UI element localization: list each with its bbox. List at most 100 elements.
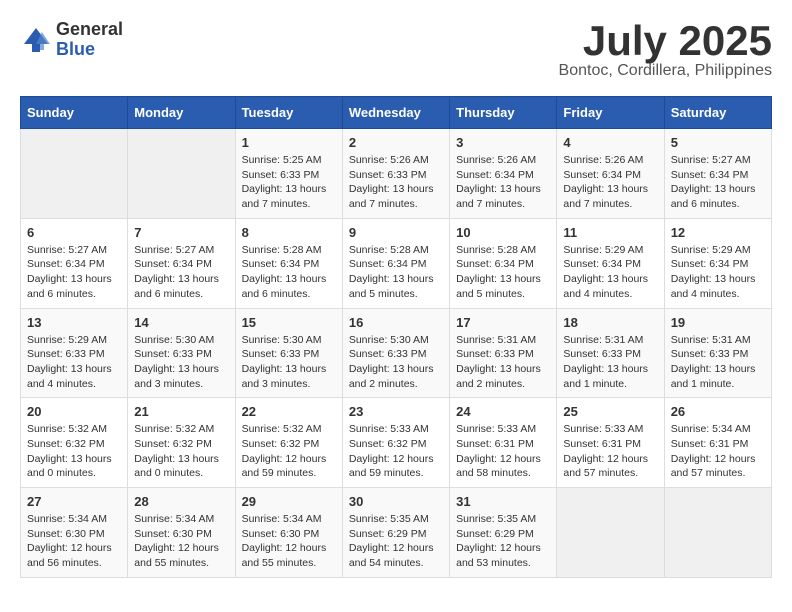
day-number: 27 [27,494,121,509]
calendar-cell: 12Sunrise: 5:29 AM Sunset: 6:34 PM Dayli… [664,218,771,308]
calendar-cell: 21Sunrise: 5:32 AM Sunset: 6:32 PM Dayli… [128,398,235,488]
day-info: Sunrise: 5:34 AM Sunset: 6:30 PM Dayligh… [242,512,336,571]
day-number: 1 [242,135,336,150]
calendar-week-1: 1Sunrise: 5:25 AM Sunset: 6:33 PM Daylig… [21,129,772,219]
calendar-cell: 31 Sunrise: 5:35 AM Sunset: 6:29 PM Dayli… [450,488,557,578]
header-row: SundayMondayTuesdayWednesdayThursdayFrid… [21,97,772,129]
day-number: 19 [671,315,765,330]
day-number: 10 [456,225,550,240]
day-info: Sunrise: 5:30 AM Sunset: 6:33 PM Dayligh… [349,333,443,392]
header-cell-sunday: Sunday [21,97,128,129]
day-number: 8 [242,225,336,240]
day-number: 7 [134,225,228,240]
day-number: 23 [349,404,443,419]
calendar-cell: 27Sunrise: 5:34 AM Sunset: 6:30 PM Dayli… [21,488,128,578]
day-info: Sunrise: 5:31 AM Sunset: 6:33 PM Dayligh… [671,333,765,392]
calendar-cell: 6Sunrise: 5:27 AM Sunset: 6:34 PM Daylig… [21,218,128,308]
day-info: Sunrise: 5:32 AM Sunset: 6:32 PM Dayligh… [134,422,228,481]
day-number: 4 [563,135,657,150]
day-number: 14 [134,315,228,330]
day-info: Sunrise: 5:31 AM Sunset: 6:33 PM Dayligh… [563,333,657,392]
day-number: 12 [671,225,765,240]
month-title: July 2025 [559,20,772,62]
day-number: 22 [242,404,336,419]
day-info: Sunrise: 5:27 AM Sunset: 6:34 PM Dayligh… [671,153,765,212]
day-number: 5 [671,135,765,150]
logo-general-text: General [56,20,123,40]
calendar-cell: 26 Sunrise: 5:34 AM Sunset: 6:31 PM Dayli… [664,398,771,488]
day-info: Sunrise: 5:33 AM Sunset: 6:32 PM Dayligh… [349,422,443,481]
calendar-cell: 22 Sunrise: 5:32 AM Sunset: 6:32 PM Dayli… [235,398,342,488]
day-info: Sunrise: 5:29 AM Sunset: 6:33 PM Dayligh… [27,333,121,392]
calendar-cell: 16Sunrise: 5:30 AM Sunset: 6:33 PM Dayli… [342,308,449,398]
calendar-cell: 30Sunrise: 5:35 AM Sunset: 6:29 PM Dayli… [342,488,449,578]
calendar-header: SundayMondayTuesdayWednesdayThursdayFrid… [21,97,772,129]
day-number: 24 [456,404,550,419]
calendar-cell: 2 Sunrise: 5:26 AM Sunset: 6:33 PM Daylig… [342,129,449,219]
calendar-cell: 20Sunrise: 5:32 AM Sunset: 6:32 PM Dayli… [21,398,128,488]
day-number: 31 [456,494,550,509]
logo-icon [20,24,52,56]
calendar-cell: 29 Sunrise: 5:34 AM Sunset: 6:30 PM Dayli… [235,488,342,578]
day-info: Sunrise: 5:26 AM Sunset: 6:34 PM Dayligh… [456,153,550,212]
calendar-cell: 9 Sunrise: 5:28 AM Sunset: 6:34 PM Daylig… [342,218,449,308]
calendar-cell: 14Sunrise: 5:30 AM Sunset: 6:33 PM Dayli… [128,308,235,398]
logo: General Blue [20,20,123,60]
calendar-cell: 4Sunrise: 5:26 AM Sunset: 6:34 PM Daylig… [557,129,664,219]
calendar-cell: 5 Sunrise: 5:27 AM Sunset: 6:34 PM Daylig… [664,129,771,219]
day-info: Sunrise: 5:28 AM Sunset: 6:34 PM Dayligh… [242,243,336,302]
calendar-cell [21,129,128,219]
calendar-week-4: 20Sunrise: 5:32 AM Sunset: 6:32 PM Dayli… [21,398,772,488]
calendar-table: SundayMondayTuesdayWednesdayThursdayFrid… [20,96,772,578]
calendar-cell: 1Sunrise: 5:25 AM Sunset: 6:33 PM Daylig… [235,129,342,219]
title-block: July 2025 Bontoc, Cordillera, Philippine… [559,20,772,80]
calendar-cell: 3 Sunrise: 5:26 AM Sunset: 6:34 PM Daylig… [450,129,557,219]
day-info: Sunrise: 5:29 AM Sunset: 6:34 PM Dayligh… [563,243,657,302]
day-info: Sunrise: 5:27 AM Sunset: 6:34 PM Dayligh… [134,243,228,302]
location-text: Bontoc, Cordillera, Philippines [559,62,772,80]
day-number: 2 [349,135,443,150]
day-number: 9 [349,225,443,240]
day-info: Sunrise: 5:26 AM Sunset: 6:33 PM Dayligh… [349,153,443,212]
calendar-cell: 18Sunrise: 5:31 AM Sunset: 6:33 PM Dayli… [557,308,664,398]
calendar-week-3: 13 Sunrise: 5:29 AM Sunset: 6:33 PM Dayli… [21,308,772,398]
day-number: 17 [456,315,550,330]
day-info: Sunrise: 5:34 AM Sunset: 6:30 PM Dayligh… [134,512,228,571]
day-info: Sunrise: 5:28 AM Sunset: 6:34 PM Dayligh… [349,243,443,302]
calendar-cell: 7 Sunrise: 5:27 AM Sunset: 6:34 PM Daylig… [128,218,235,308]
calendar-cell: 25 Sunrise: 5:33 AM Sunset: 6:31 PM Dayli… [557,398,664,488]
day-info: Sunrise: 5:34 AM Sunset: 6:31 PM Dayligh… [671,422,765,481]
calendar-week-2: 6 Sunrise: 5:27 AM Sunset: 6:34 PM Daylig… [21,218,772,308]
day-info: Sunrise: 5:31 AM Sunset: 6:33 PM Dayligh… [456,333,550,392]
day-number: 29 [242,494,336,509]
calendar-week-5: 27 Sunrise: 5:34 AM Sunset: 6:30 PM Dayli… [21,488,772,578]
day-info: Sunrise: 5:33 AM Sunset: 6:31 PM Dayligh… [456,422,550,481]
header-cell-tuesday: Tuesday [235,97,342,129]
logo-text: General Blue [56,20,123,60]
day-info: Sunrise: 5:35 AM Sunset: 6:29 PM Dayligh… [456,512,550,571]
day-number: 15 [242,315,336,330]
calendar-cell [128,129,235,219]
calendar-cell: 13 Sunrise: 5:29 AM Sunset: 6:33 PM Dayli… [21,308,128,398]
header-cell-saturday: Saturday [664,97,771,129]
logo-blue-text: Blue [56,40,123,60]
day-number: 28 [134,494,228,509]
calendar-cell [664,488,771,578]
day-number: 25 [563,404,657,419]
day-number: 6 [27,225,121,240]
day-info: Sunrise: 5:33 AM Sunset: 6:31 PM Dayligh… [563,422,657,481]
calendar-cell: 15 Sunrise: 5:30 AM Sunset: 6:33 PM Dayli… [235,308,342,398]
day-number: 11 [563,225,657,240]
calendar-cell: 28 Sunrise: 5:34 AM Sunset: 6:30 PM Dayli… [128,488,235,578]
header-cell-monday: Monday [128,97,235,129]
day-info: Sunrise: 5:30 AM Sunset: 6:33 PM Dayligh… [242,333,336,392]
header-cell-wednesday: Wednesday [342,97,449,129]
day-number: 26 [671,404,765,419]
header-cell-thursday: Thursday [450,97,557,129]
day-number: 30 [349,494,443,509]
day-number: 3 [456,135,550,150]
calendar-cell: 24 Sunrise: 5:33 AM Sunset: 6:31 PM Dayli… [450,398,557,488]
day-number: 13 [27,315,121,330]
day-info: Sunrise: 5:32 AM Sunset: 6:32 PM Dayligh… [242,422,336,481]
calendar-cell: 19 Sunrise: 5:31 AM Sunset: 6:33 PM Dayli… [664,308,771,398]
